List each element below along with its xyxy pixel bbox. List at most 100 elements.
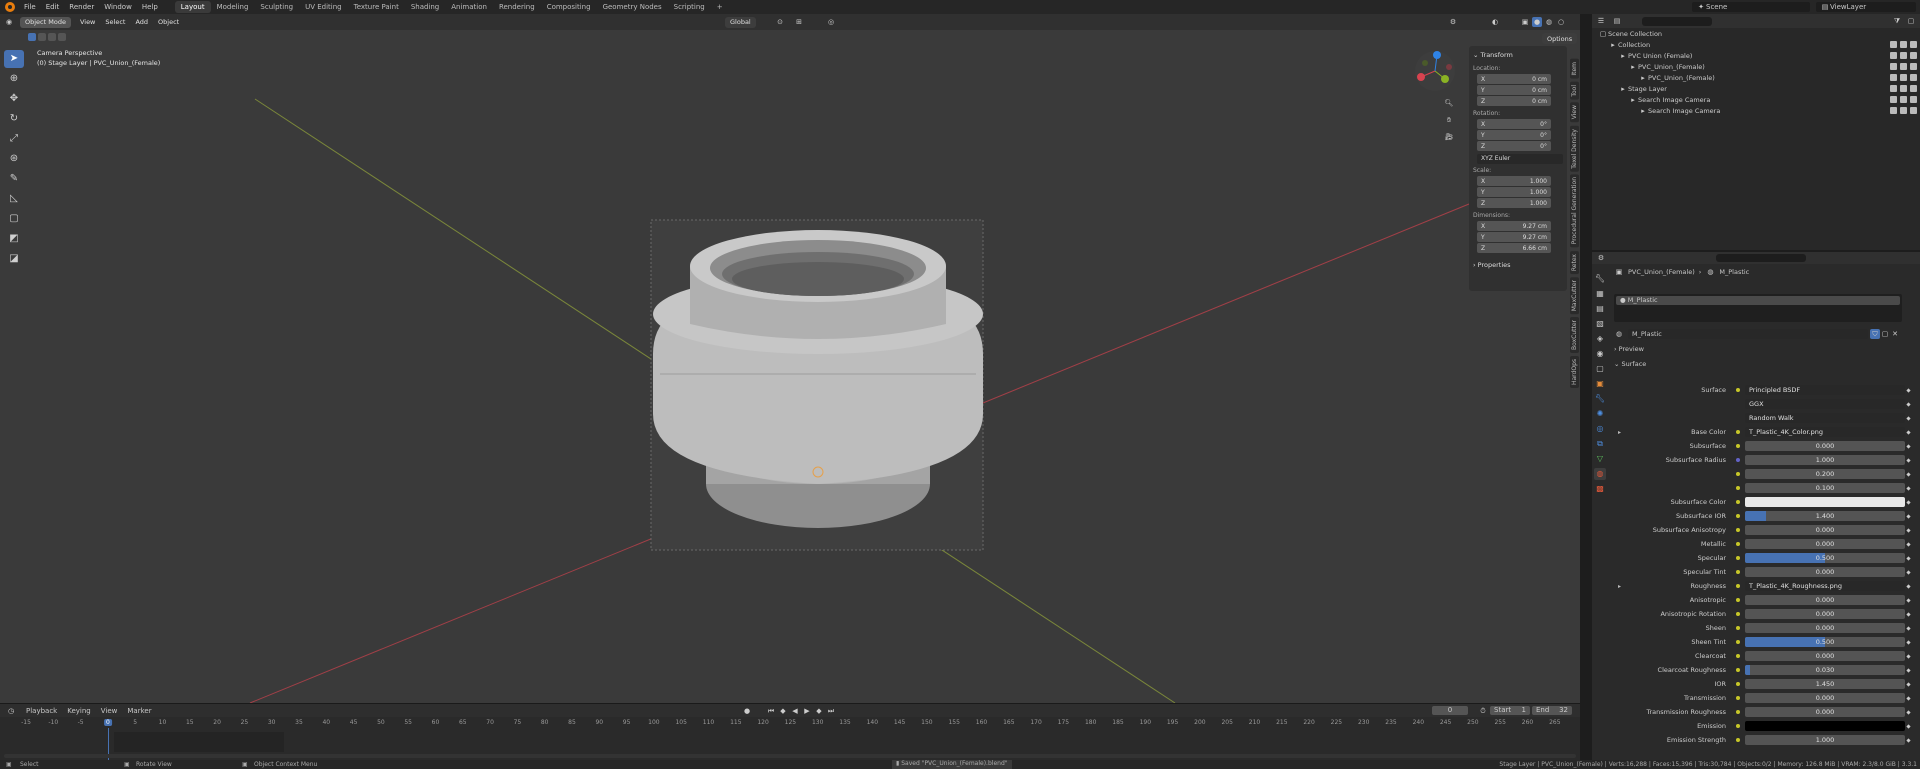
socket-icon[interactable] — [1736, 682, 1740, 686]
keyframe-decorator-icon[interactable] — [1906, 639, 1911, 645]
outliner-search-input[interactable] — [1642, 16, 1712, 26]
object-tab-icon[interactable]: ▣ — [1594, 378, 1606, 390]
transform-orientation[interactable]: Global — [725, 16, 756, 28]
texture-tab-icon[interactable]: ▩ — [1594, 483, 1606, 495]
next-keyframe-icon[interactable]: ◆ — [814, 706, 824, 716]
keyframe-decorator-icon[interactable] — [1906, 723, 1911, 729]
add-workspace-button[interactable]: + — [711, 1, 729, 13]
keyframe-decorator-icon[interactable] — [1906, 387, 1911, 393]
menu-render[interactable]: Render — [64, 3, 99, 11]
preview-range-icon[interactable]: ⏱ — [1478, 706, 1488, 716]
fake-user-icon[interactable]: ⛉ — [1870, 329, 1880, 339]
scene-tab-icon[interactable]: ◈ — [1594, 333, 1606, 345]
playback-menu[interactable]: Playback — [26, 707, 57, 715]
select-subtract-icon[interactable] — [48, 33, 56, 41]
play-icon[interactable]: ▶ — [802, 706, 812, 716]
annotate-tool[interactable]: ✎ — [4, 170, 24, 188]
tab-texel-density[interactable]: Texel Density — [1570, 125, 1579, 172]
save-report[interactable]: ▮ Saved "PVC_Union_(Female).blend" — [892, 760, 1012, 769]
tab-maxcutter[interactable]: MaxCutter — [1570, 276, 1579, 314]
socket-icon[interactable] — [1736, 626, 1740, 630]
tab-retex[interactable]: Retex — [1570, 250, 1579, 274]
property-value-field[interactable]: 0.100 — [1745, 483, 1905, 493]
tab-hardops[interactable]: HardOps — [1570, 355, 1579, 388]
socket-icon[interactable] — [1736, 444, 1740, 448]
outliner-scene-collection[interactable]: ▢ Scene Collection — [1592, 28, 1920, 39]
camera-icon[interactable] — [1910, 74, 1917, 81]
tool-tab-icon[interactable]: 🔧︎ — [1594, 273, 1606, 285]
checkbox-icon[interactable] — [1890, 85, 1897, 92]
tab-animation[interactable]: Animation — [445, 1, 493, 13]
rotation-z-field[interactable]: Z 0° — [1477, 141, 1551, 151]
eye-icon[interactable] — [1900, 41, 1907, 48]
keying-menu[interactable]: Keying — [67, 707, 91, 715]
end-frame-field[interactable]: End 32 — [1532, 706, 1572, 715]
jump-end-icon[interactable]: ⏭ — [826, 706, 836, 716]
property-select[interactable]: Random Walk — [1745, 413, 1905, 423]
keyframe-decorator-icon[interactable] — [1906, 569, 1911, 575]
tab-texture-paint[interactable]: Texture Paint — [348, 1, 405, 13]
keyframe-decorator-icon[interactable] — [1906, 583, 1911, 589]
checkbox-icon[interactable] — [1890, 96, 1897, 103]
eye-icon[interactable] — [1900, 107, 1907, 114]
constraints-tab-icon[interactable]: ⧉ — [1594, 438, 1606, 450]
display-mode-icon[interactable]: ▤ — [1612, 16, 1622, 26]
outliner-row[interactable]: ▸ Collection — [1592, 39, 1920, 50]
tab-geometry-nodes[interactable]: Geometry Nodes — [597, 1, 668, 13]
checkbox-icon[interactable] — [1890, 74, 1897, 81]
keyframe-decorator-icon[interactable] — [1906, 429, 1911, 435]
socket-icon[interactable] — [1736, 514, 1740, 518]
pan-hand-icon[interactable]: ✋︎ — [1444, 115, 1454, 125]
keyframe-decorator-icon[interactable] — [1906, 611, 1911, 617]
surface-panel-header[interactable]: ⌄ Surface — [1614, 360, 1646, 368]
property-value-field[interactable]: 0.500 — [1745, 553, 1905, 563]
property-value-field[interactable]: 0.030 — [1745, 665, 1905, 675]
play-reverse-icon[interactable]: ◀ — [790, 706, 800, 716]
keyframe-decorator-icon[interactable] — [1906, 653, 1911, 659]
tab-compositing[interactable]: Compositing — [541, 1, 597, 13]
properties-search-input[interactable] — [1716, 254, 1806, 262]
keyframe-decorator-icon[interactable] — [1906, 597, 1911, 603]
unlink-material-icon[interactable]: ✕ — [1890, 329, 1900, 339]
physics-tab-icon[interactable]: ◎ — [1594, 423, 1606, 435]
camera-icon[interactable] — [1910, 85, 1917, 92]
property-link-field[interactable]: T_Plastic_4K_Roughness.png — [1745, 581, 1905, 591]
property-select[interactable]: GGX — [1745, 399, 1905, 409]
filter-icon[interactable]: ⧩ — [1892, 16, 1902, 26]
camera-icon[interactable] — [1910, 52, 1917, 59]
eye-icon[interactable] — [1900, 52, 1907, 59]
properties-header[interactable]: › Properties — [1473, 261, 1563, 269]
proportional-edit-icon[interactable]: ◎ — [826, 17, 836, 27]
outliner-row[interactable]: ▸ PVC_Union_(Female) — [1592, 61, 1920, 72]
modifier-tab-icon[interactable]: 🔧︎ — [1594, 393, 1606, 405]
keyframe-decorator-icon[interactable] — [1906, 499, 1911, 505]
tab-view[interactable]: View — [1570, 102, 1579, 123]
keyframe-decorator-icon[interactable] — [1906, 485, 1911, 491]
view-menu[interactable]: View — [75, 17, 100, 28]
socket-icon[interactable] — [1736, 668, 1740, 672]
property-value-field[interactable]: 1.450 — [1745, 679, 1905, 689]
socket-icon[interactable] — [1736, 738, 1740, 742]
menu-file[interactable]: File — [19, 3, 41, 11]
snap-icon[interactable]: ⊞ — [794, 17, 804, 27]
collection-tab-icon[interactable]: ▢ — [1594, 363, 1606, 375]
record-icon[interactable]: ● — [742, 706, 752, 716]
particles-tab-icon[interactable]: ✺ — [1594, 408, 1606, 420]
camera-view-icon[interactable]: 🎥︎ — [1444, 132, 1454, 142]
add-cube-tool[interactable]: ▢ — [4, 210, 24, 228]
scale-x-field[interactable]: X 1.000 — [1477, 176, 1551, 186]
socket-icon[interactable] — [1736, 500, 1740, 504]
dimension-y-field[interactable]: Y 9.27 cm — [1477, 232, 1551, 242]
location-y-field[interactable]: Y 0 cm — [1477, 85, 1551, 95]
rendered-shading-icon[interactable]: ○ — [1556, 17, 1566, 27]
rotate-tool[interactable]: ↻ — [4, 110, 24, 128]
location-x-field[interactable]: X 0 cm — [1477, 74, 1551, 84]
menu-help[interactable]: Help — [137, 3, 163, 11]
socket-icon[interactable] — [1736, 472, 1740, 476]
boxcutter-tool[interactable]: ◩ — [4, 230, 24, 248]
keyframe-decorator-icon[interactable] — [1906, 527, 1911, 533]
material-slot-item[interactable]: ● M_Plastic — [1616, 296, 1900, 305]
camera-icon[interactable] — [1910, 63, 1917, 70]
socket-icon[interactable] — [1736, 696, 1740, 700]
material-tab-icon[interactable]: ◍ — [1594, 468, 1606, 480]
